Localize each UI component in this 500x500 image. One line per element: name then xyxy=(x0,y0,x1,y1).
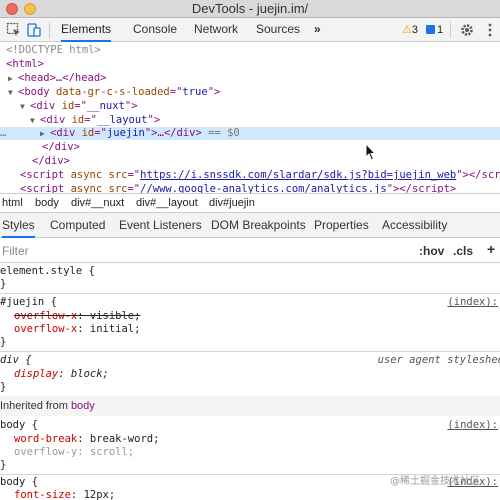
rule-close: } xyxy=(0,278,7,290)
message-icon xyxy=(426,25,435,34)
tab-console[interactable]: Console xyxy=(133,18,177,42)
rule-close: } xyxy=(0,459,7,471)
dom-body[interactable]: ▼ <body data-gr-c-s-loaded="true"> xyxy=(8,86,220,99)
inherited-from-section: Inherited from body xyxy=(0,396,500,416)
breadcrumb-body[interactable]: body xyxy=(35,197,59,209)
body-rule-source-link[interactable]: (index): xyxy=(447,419,498,432)
filter-input[interactable]: Filter xyxy=(2,244,29,258)
collapse-triangle-icon[interactable]: ▼ xyxy=(8,86,18,99)
breadcrumb: html body div#__nuxt div#__layout div#ju… xyxy=(0,193,500,213)
tab-styles[interactable]: Styles xyxy=(2,213,35,238)
overflow-y-property-inactive[interactable]: overflow-y: scroll; xyxy=(14,446,134,459)
tab-elements[interactable]: Elements xyxy=(61,18,112,42)
juejin-rule-selector[interactable]: #juejin { xyxy=(0,296,57,309)
more-tabs-button[interactable]: » xyxy=(314,18,321,42)
new-rule-button[interactable]: + xyxy=(487,241,495,257)
overflow-x-initial-property[interactable]: overflow-x: initial; xyxy=(14,323,140,336)
body-rule-selector[interactable]: body { xyxy=(0,419,38,432)
tab-properties[interactable]: Properties xyxy=(314,213,369,238)
display-block-property: display: block; xyxy=(14,368,109,380)
tab-event-listeners[interactable]: Event Listeners xyxy=(119,213,202,238)
gear-icon[interactable] xyxy=(459,22,475,38)
class-toggle-button[interactable]: .cls xyxy=(453,244,473,258)
devtools-toolbar: Elements Console Network Sources » ⚠3 1 xyxy=(0,18,500,42)
breadcrumb-div-juejin[interactable]: div#juejin xyxy=(209,197,255,209)
body-rule-2-selector[interactable]: body { xyxy=(0,476,38,489)
juejin-rule-source-link[interactable]: (index): xyxy=(447,296,498,309)
dom-close-div[interactable]: </div> xyxy=(32,155,70,168)
warning-icon: ⚠ xyxy=(402,24,412,36)
dom-div-layout[interactable]: ▼ <div id="__layout"> xyxy=(30,114,160,127)
dom-doctype[interactable]: <!DOCTYPE html> xyxy=(6,44,101,57)
expand-triangle-icon[interactable]: ▶ xyxy=(40,127,50,140)
tab-network[interactable]: Network xyxy=(194,18,238,42)
styles-filter-bar: Filter :hov .cls + xyxy=(0,238,500,263)
collapse-triangle-icon[interactable]: ▼ xyxy=(30,114,40,127)
ellipsis-icon: … xyxy=(0,127,7,139)
breadcrumb-html[interactable]: html xyxy=(2,197,23,209)
overflow-x-visible-property[interactable]: overflow-x: visible; xyxy=(14,310,140,323)
tab-computed[interactable]: Computed xyxy=(50,213,105,238)
tab-dom-breakpoints[interactable]: DOM Breakpoints xyxy=(211,213,306,238)
mouse-cursor-icon xyxy=(365,143,377,161)
rule-close: } xyxy=(0,336,7,348)
dom-close-div[interactable]: </div> xyxy=(42,141,80,154)
user-agent-stylesheet-label: user agent styleshee xyxy=(377,354,500,366)
breadcrumb-div-nuxt[interactable]: div#__nuxt xyxy=(71,197,124,209)
element-style-selector[interactable]: element.style { xyxy=(0,265,95,278)
dom-div-nuxt[interactable]: ▼ <div id="__nuxt"> xyxy=(20,100,138,113)
sidebar-tabs: Styles Computed Event Listeners DOM Brea… xyxy=(0,213,500,238)
rule-divider xyxy=(0,351,500,352)
hover-state-button[interactable]: :hov xyxy=(419,244,444,258)
rule-divider xyxy=(0,293,500,294)
kebab-menu-icon[interactable] xyxy=(482,22,498,38)
dom-div-juejin-selected[interactable]: … ▶ <div id="juejin">…</div> == $0 xyxy=(0,127,500,140)
warnings-badge[interactable]: ⚠3 xyxy=(402,23,418,37)
device-toggle-icon[interactable] xyxy=(26,22,42,38)
collapse-triangle-icon[interactable]: ▼ xyxy=(20,100,30,113)
elements-tree[interactable]: <!DOCTYPE html> <html> ▶ <head>…</head> ▼… xyxy=(0,43,500,195)
font-size-property[interactable]: font-size: 12px; xyxy=(14,489,115,500)
expand-triangle-icon[interactable]: ▶ xyxy=(8,72,18,85)
inherited-from-body-link[interactable]: body xyxy=(71,400,95,412)
window-titlebar: DevTools - juejin.im/ xyxy=(0,0,500,18)
dom-html[interactable]: <html> xyxy=(6,58,44,71)
styles-pane[interactable]: element.style { } #juejin { (index): ove… xyxy=(0,263,500,500)
toolbar-divider xyxy=(49,22,50,38)
tab-sources[interactable]: Sources xyxy=(256,18,300,42)
breadcrumb-div-layout[interactable]: div#__layout xyxy=(136,197,198,209)
toolbar-divider xyxy=(450,22,451,38)
rule-close: } xyxy=(0,381,7,393)
watermark: @稀土掘金技术社区 xyxy=(390,476,480,487)
div-ua-rule-selector[interactable]: div { xyxy=(0,354,32,367)
dom-head[interactable]: ▶ <head>…</head> xyxy=(8,72,107,85)
tab-accessibility[interactable]: Accessibility xyxy=(382,213,447,238)
inspect-icon[interactable] xyxy=(6,22,22,38)
word-break-property[interactable]: word-break: break-word; xyxy=(14,433,159,446)
dom-script-slardar[interactable]: <script async src="https://i.snssdk.com/… xyxy=(20,169,500,182)
messages-badge[interactable]: 1 xyxy=(426,23,443,37)
window-title: DevTools - juejin.im/ xyxy=(191,1,309,16)
